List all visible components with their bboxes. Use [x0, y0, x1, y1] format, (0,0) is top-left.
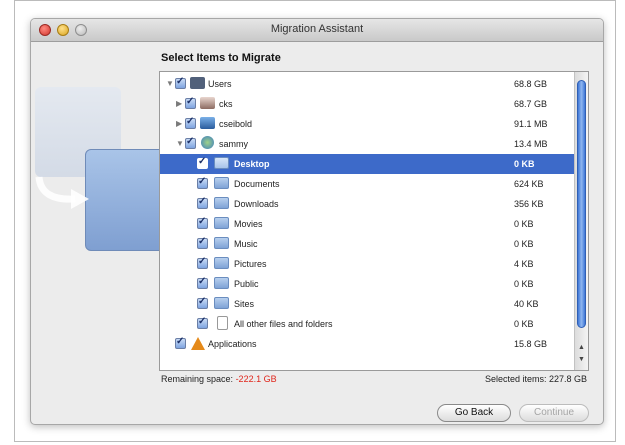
scroll-down-icon[interactable]: ▼	[578, 356, 585, 363]
scroll-up-icon[interactable]: ▲	[578, 344, 585, 351]
list-item-movies[interactable]: Movies 0 KB	[160, 214, 574, 234]
folder-icon	[214, 157, 229, 169]
folder-icon	[214, 197, 229, 209]
folder-icon	[214, 297, 229, 309]
checkbox-users[interactable]	[175, 76, 186, 89]
list-item-users[interactable]: ▼ Users 68.8 GB	[160, 74, 574, 94]
disclosure-closed-icon[interactable]: ▶	[176, 119, 182, 128]
list-item-cks[interactable]: ▶ cks 68.7 GB	[160, 94, 574, 114]
scrollbar-thumb[interactable]	[577, 80, 586, 328]
list-item-sammy[interactable]: ▼ sammy 13.4 MB	[160, 134, 574, 154]
selected-items-total: Selected items: 227.8 GB	[484, 374, 587, 384]
user-avatar-icon	[201, 136, 214, 149]
remaining-space: Remaining space: -222.1 GB	[161, 374, 277, 384]
checkbox-desktop[interactable]	[197, 156, 208, 169]
user-avatar-icon	[200, 97, 215, 109]
page-heading: Select Items to Migrate	[161, 52, 281, 64]
list-item-cseibold[interactable]: ▶ cseibold 91.1 MB	[160, 114, 574, 134]
checkbox-music[interactable]	[197, 236, 208, 249]
list-item-pictures[interactable]: Pictures 4 KB	[160, 254, 574, 274]
checkbox-sammy[interactable]	[185, 136, 196, 149]
folder-icon	[214, 177, 229, 189]
disclosure-closed-icon[interactable]: ▶	[176, 99, 182, 108]
list-item-documents[interactable]: Documents 624 KB	[160, 174, 574, 194]
title-bar: Migration Assistant	[31, 19, 603, 42]
list-item-applications[interactable]: Applications 15.8 GB	[160, 334, 574, 354]
continue-button[interactable]: Continue	[519, 404, 589, 422]
migration-items-list[interactable]: ▼ Users 68.8 GB ▶ cks 68.7 GB ▶ cseibold…	[159, 71, 589, 371]
applications-icon	[191, 337, 205, 350]
vertical-scrollbar[interactable]: ▲ ▼	[574, 72, 588, 370]
document-icon	[217, 316, 228, 330]
checkbox-cks[interactable]	[185, 96, 196, 109]
list-item-other-files[interactable]: All other files and folders 0 KB	[160, 314, 574, 334]
list-item-desktop[interactable]: Desktop 0 KB	[160, 154, 574, 174]
remaining-space-label: Remaining space:	[161, 374, 234, 384]
migrate-arrow-icon	[35, 176, 89, 209]
checkbox-other-files[interactable]	[197, 316, 208, 329]
list-item-sites[interactable]: Sites 40 KB	[160, 294, 574, 314]
list-item-downloads[interactable]: Downloads 356 KB	[160, 194, 574, 214]
folder-icon	[214, 277, 229, 289]
folder-icon	[214, 217, 229, 229]
users-icon	[190, 77, 205, 89]
checkbox-pictures[interactable]	[197, 256, 208, 269]
checkbox-documents[interactable]	[197, 176, 208, 189]
list-item-public[interactable]: Public 0 KB	[160, 274, 574, 294]
remaining-space-value: -222.1 GB	[235, 374, 277, 384]
checkbox-sites[interactable]	[197, 296, 208, 309]
list-item-music[interactable]: Music 0 KB	[160, 234, 574, 254]
user-avatar-icon	[200, 117, 215, 129]
window-title: Migration Assistant	[270, 23, 364, 35]
disclosure-open-icon[interactable]: ▼	[166, 79, 174, 88]
folder-icon	[214, 237, 229, 249]
checkbox-applications[interactable]	[175, 336, 186, 349]
checkbox-cseibold[interactable]	[185, 116, 196, 129]
disclosure-open-icon[interactable]: ▼	[176, 139, 184, 148]
checkbox-public[interactable]	[197, 276, 208, 289]
checkbox-downloads[interactable]	[197, 196, 208, 209]
go-back-button[interactable]: Go Back	[437, 404, 511, 422]
checkbox-movies[interactable]	[197, 216, 208, 229]
migration-assistant-window: Migration Assistant Select Items to Migr…	[30, 18, 604, 425]
folder-icon	[214, 257, 229, 269]
